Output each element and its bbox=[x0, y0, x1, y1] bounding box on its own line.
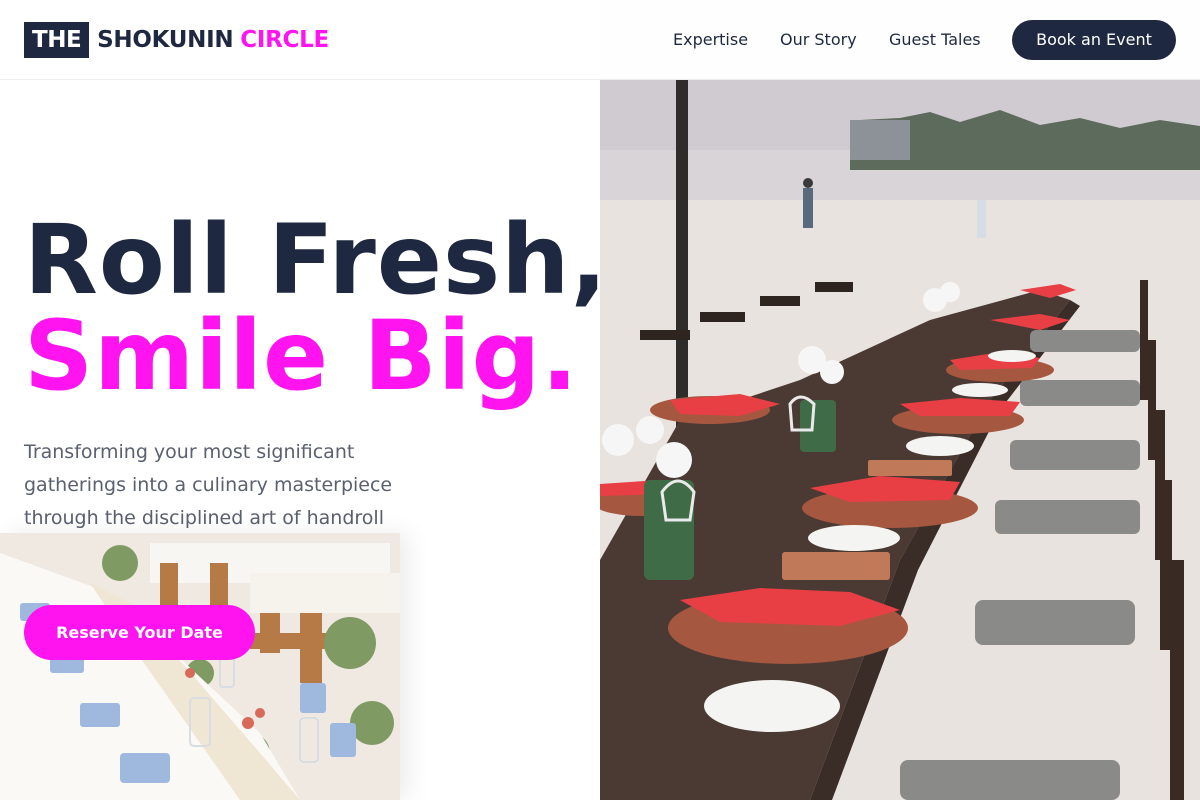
nav-link-guest-tales[interactable]: Guest Tales bbox=[889, 30, 981, 49]
site-header: THE SHOKUNIN CIRCLE Expertise Our Story … bbox=[0, 0, 1200, 80]
book-an-event-button[interactable]: Book an Event bbox=[1012, 20, 1176, 60]
hero-main-photo bbox=[600, 0, 1200, 800]
hero-headline: Roll Fresh, Smile Big. bbox=[24, 212, 608, 404]
nav-link-our-story[interactable]: Our Story bbox=[780, 30, 857, 49]
brand-logo[interactable]: THE SHOKUNIN CIRCLE bbox=[24, 22, 329, 58]
beach-dinner-illustration bbox=[600, 0, 1200, 800]
headline-line-1: Roll Fresh, bbox=[24, 204, 608, 316]
reserve-your-date-button[interactable]: Reserve Your Date bbox=[24, 605, 255, 660]
logo-prefix: THE bbox=[24, 22, 90, 58]
logo-accent-word: CIRCLE bbox=[240, 27, 329, 53]
banquet-table-illustration bbox=[0, 533, 400, 800]
nav-link-expertise[interactable]: Expertise bbox=[673, 30, 748, 49]
logo-word: SHOKUNIN bbox=[97, 27, 234, 53]
hero-secondary-photo bbox=[0, 533, 400, 800]
headline-line-2: Smile Big. bbox=[24, 300, 579, 412]
